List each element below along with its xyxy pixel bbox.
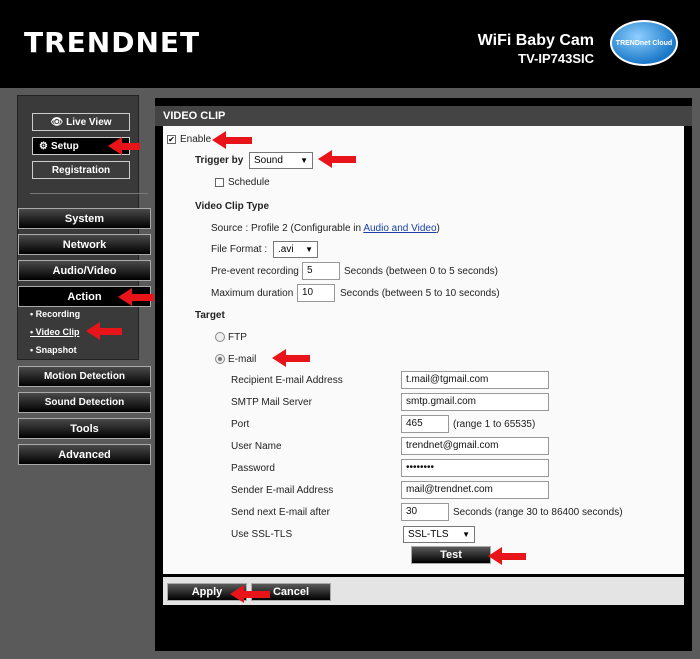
nav-tools[interactable]: Tools bbox=[18, 418, 151, 439]
setup-button[interactable]: ⚙ Setup bbox=[32, 137, 130, 155]
cancel-button[interactable]: Cancel bbox=[251, 583, 331, 601]
send-next-label: Send next E-mail after bbox=[231, 507, 330, 518]
ssl-tls-select[interactable]: SSL-TLS ▼ bbox=[403, 526, 475, 543]
nav-audio-video[interactable]: Audio/Video bbox=[18, 260, 151, 281]
pre-event-hint: Seconds (between 0 to 5 seconds) bbox=[344, 266, 498, 277]
max-duration-label: Maximum duration bbox=[211, 288, 294, 299]
enable-checkbox[interactable]: ✔ bbox=[167, 135, 176, 144]
smtp-label: SMTP Mail Server bbox=[231, 397, 312, 408]
subnav-recording[interactable]: • Recording bbox=[30, 309, 80, 319]
sender-label: Sender E-mail Address bbox=[231, 485, 334, 496]
source-label: Source : Profile 2 (Configurable in bbox=[211, 223, 364, 234]
email-label: E-mail bbox=[228, 354, 257, 365]
source-text: Source : Profile 2 (Configurable in Audi… bbox=[211, 223, 440, 234]
eye-icon: 👁 bbox=[50, 116, 64, 128]
product-name: WiFi Baby Cam bbox=[477, 32, 594, 49]
password-input[interactable]: •••••••• bbox=[401, 459, 549, 477]
camera-name: WiFi Baby Cam TV-IP743SIC bbox=[478, 32, 594, 68]
max-duration-hint: Seconds (between 5 to 10 seconds) bbox=[340, 288, 500, 299]
file-format-select[interactable]: .avi ▼ bbox=[273, 241, 318, 258]
live-view-button[interactable]: 👁 Live View bbox=[32, 113, 130, 131]
username-label: User Name bbox=[231, 441, 282, 452]
source-close: ) bbox=[436, 223, 440, 234]
file-format-value: .avi bbox=[278, 244, 294, 255]
trigger-by-select[interactable]: Sound ▼ bbox=[249, 152, 313, 169]
ftp-label: FTP bbox=[228, 332, 247, 343]
action-bar: Apply Cancel bbox=[163, 577, 684, 605]
video-clip-form: ✔ Enable Trigger by Sound ▼ Schedule Vide… bbox=[163, 126, 684, 574]
pre-event-input[interactable]: 5 bbox=[302, 262, 340, 280]
main-panel: VIDEO CLIP ✔ Enable Trigger by Sound ▼ Sc… bbox=[155, 98, 692, 651]
page-title: VIDEO CLIP bbox=[155, 106, 692, 126]
test-button[interactable]: Test bbox=[411, 546, 491, 564]
enable-label: Enable bbox=[180, 134, 212, 145]
username-input[interactable]: trendnet@gmail.com bbox=[401, 437, 549, 455]
subnav-snapshot-label: Snapshot bbox=[35, 345, 77, 355]
send-next-hint: Seconds (range 30 to 86400 seconds) bbox=[453, 507, 623, 518]
setup-label: Setup bbox=[50, 140, 79, 152]
port-hint: (range 1 to 65535) bbox=[453, 419, 536, 430]
trigger-by-value: Sound bbox=[254, 155, 283, 166]
file-format-label: File Format : bbox=[211, 244, 268, 255]
ssl-tls-value: SSL-TLS bbox=[408, 529, 449, 540]
subnav-video-clip-label: Video Clip bbox=[35, 327, 80, 337]
trendnet-logo: TRENDNET bbox=[24, 26, 201, 59]
smtp-server-input[interactable]: smtp.gmail.com bbox=[401, 393, 549, 411]
nav-motion-detection[interactable]: Motion Detection bbox=[18, 366, 151, 387]
port-label: Port bbox=[231, 419, 250, 430]
subnav-video-clip[interactable]: • Video Clip bbox=[30, 327, 80, 337]
gear-icon: ⚙ bbox=[39, 140, 48, 152]
caret-down-icon: ▼ bbox=[305, 245, 313, 254]
subnav-recording-label: Recording bbox=[35, 309, 81, 319]
header: TRENDNET WiFi Baby Cam TV-IP743SIC TREND… bbox=[0, 0, 700, 88]
sender-email-input[interactable]: mail@trendnet.com bbox=[401, 481, 549, 499]
schedule-checkbox[interactable] bbox=[215, 178, 224, 187]
ssl-label: Use SSL-TLS bbox=[231, 529, 293, 540]
target-heading: Target bbox=[195, 310, 225, 321]
trigger-by-label: Trigger by bbox=[195, 155, 244, 166]
nav-advanced[interactable]: Advanced bbox=[18, 444, 151, 465]
recipient-label: Recipient E-mail Address bbox=[231, 375, 343, 386]
caret-down-icon: ▼ bbox=[300, 156, 308, 165]
nav-action[interactable]: Action bbox=[18, 286, 151, 307]
audio-video-link[interactable]: Audio and Video bbox=[363, 223, 436, 234]
nav-sound-detection[interactable]: Sound Detection bbox=[18, 392, 151, 413]
apply-button[interactable]: Apply bbox=[167, 583, 247, 601]
schedule-label: Schedule bbox=[228, 177, 270, 188]
trendnet-cloud-logo[interactable]: TRENDnet Cloud bbox=[610, 20, 678, 66]
subnav-snapshot[interactable]: • Snapshot bbox=[30, 345, 77, 355]
send-next-input[interactable]: 30 bbox=[401, 503, 449, 521]
password-label: Password bbox=[231, 463, 275, 474]
recipient-email-input[interactable]: t.mail@tgmail.com bbox=[401, 371, 549, 389]
video-clip-type-heading: Video Clip Type bbox=[195, 201, 270, 212]
nav-network[interactable]: Network bbox=[18, 234, 151, 255]
live-view-label: Live View bbox=[66, 116, 112, 128]
model-name: TV-IP743SIC bbox=[518, 51, 594, 66]
nav-system[interactable]: System bbox=[18, 208, 151, 229]
registration-button[interactable]: Registration bbox=[32, 161, 130, 179]
email-radio[interactable] bbox=[215, 354, 225, 364]
port-input[interactable]: 465 bbox=[401, 415, 449, 433]
caret-down-icon: ▼ bbox=[462, 530, 470, 539]
ftp-radio[interactable] bbox=[215, 332, 225, 342]
max-duration-input[interactable]: 10 bbox=[297, 284, 335, 302]
pre-event-label: Pre-event recording bbox=[211, 266, 299, 277]
